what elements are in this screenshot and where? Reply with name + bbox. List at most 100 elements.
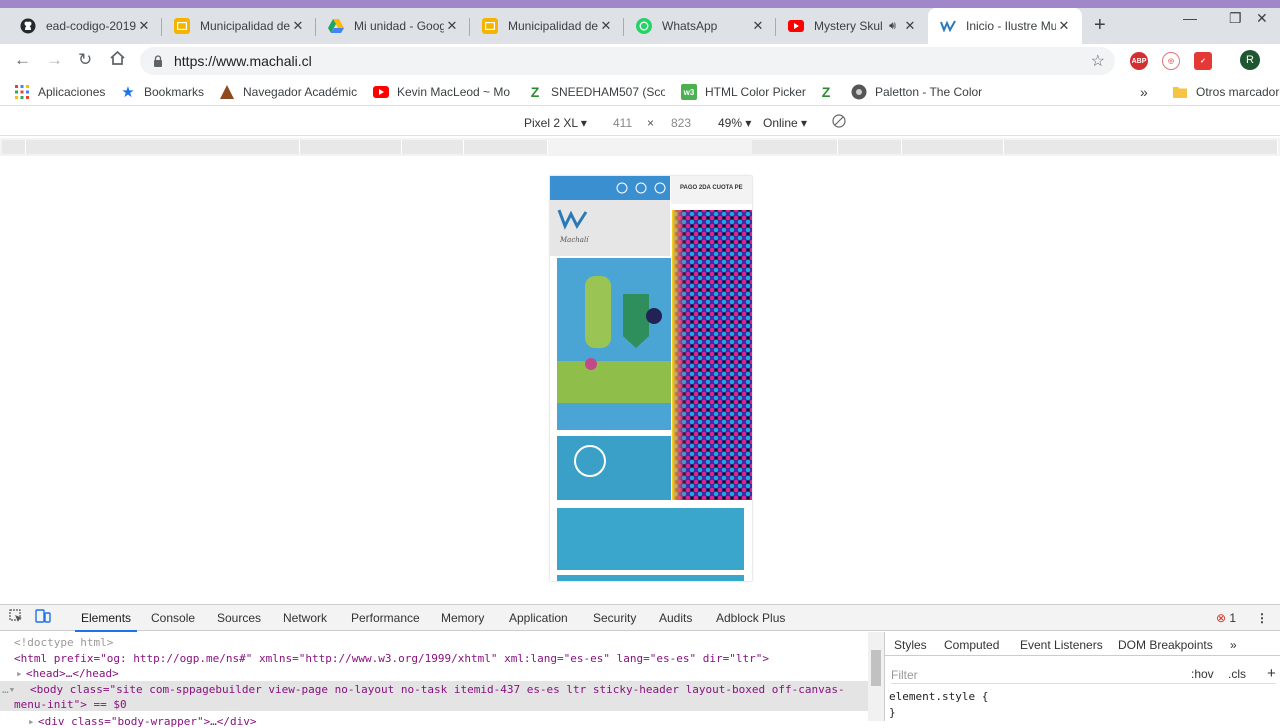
close-window-icon[interactable]: ✕	[1256, 10, 1268, 27]
more-bookmarks-chevron-icon[interactable]: »	[1140, 84, 1148, 100]
close-tab-icon[interactable]: ✕	[598, 18, 614, 34]
new-tab-button[interactable]: +	[1094, 14, 1106, 37]
window-top-border	[0, 0, 1280, 8]
bookmark-paletton[interactable]: Paletton - The Color	[851, 84, 989, 100]
media-query-segment[interactable]	[2, 140, 26, 154]
devtools-tab-memory[interactable]: Memory	[441, 611, 484, 625]
tab-drive[interactable]: Mi unidad - Google ✕	[316, 8, 470, 44]
expand-arrow-icon[interactable]: ▸	[16, 667, 23, 680]
element-style-rule[interactable]: element.style {	[889, 690, 988, 703]
cls-toggle[interactable]: .cls	[1228, 667, 1246, 681]
device-width-input[interactable]: 411	[613, 116, 632, 130]
devtools-tab-sources[interactable]: Sources	[217, 611, 261, 625]
close-tab-icon[interactable]: ✕	[750, 18, 766, 34]
tab-github[interactable]: ead-codigo-2019 ✕	[8, 8, 162, 44]
div-line[interactable]: <div class="body-wrapper">…</div>	[38, 715, 257, 728]
bookmark-sneedham[interactable]: Z SNEEDHAM507 (Scott	[527, 84, 665, 100]
bookmark-navegador[interactable]: Navegador Académico	[219, 84, 357, 100]
tab-municipalidad-2[interactable]: Municipalidad de ✕	[470, 8, 624, 44]
reload-icon[interactable]: ↻	[78, 50, 92, 70]
back-arrow-icon[interactable]: ←	[14, 50, 31, 70]
profile-avatar[interactable]: R	[1240, 50, 1260, 70]
devtools-tab-elements[interactable]: Elements	[74, 611, 138, 632]
tab-municipalidad-1[interactable]: Municipalidad de ✕	[162, 8, 316, 44]
adblock-plus-icon[interactable]: ABP	[1130, 52, 1148, 70]
bookmark-zotero[interactable]: Z	[818, 84, 842, 100]
home-icon[interactable]	[109, 50, 126, 71]
speaker-icon[interactable]: 🔊︎	[889, 20, 896, 33]
device-frame[interactable]: PAGO 2DA CUOTA PE Machalí	[550, 176, 752, 581]
close-tab-icon[interactable]: ✕	[1056, 18, 1072, 34]
media-query-segment[interactable]	[902, 140, 1004, 154]
slides-icon	[174, 18, 190, 34]
device-toggle-icon[interactable]	[35, 609, 51, 626]
tab-youtube[interactable]: Mystery Skull 🔊︎ ✕	[776, 8, 928, 44]
forward-arrow-icon[interactable]: →	[46, 50, 63, 70]
bookmark-html-color-picker[interactable]: w3 HTML Color Picker	[681, 84, 806, 100]
styles-tab-dom-breakpoints[interactable]: DOM Breakpoints	[1118, 638, 1213, 652]
devtools-tab-network[interactable]: Network	[283, 611, 327, 625]
styles-tab-event-listeners[interactable]: Event Listeners	[1020, 638, 1103, 652]
head-line[interactable]: <head>…</head>	[26, 667, 119, 680]
media-query-segment[interactable]	[752, 140, 838, 154]
pocket-icon[interactable]: ✓	[1194, 52, 1212, 70]
error-counter[interactable]: ⊗ 1	[1216, 611, 1236, 625]
extension-icon[interactable]: ◎	[1162, 52, 1180, 70]
close-tab-icon[interactable]: ✕	[444, 18, 460, 34]
media-query-segment[interactable]	[464, 140, 548, 154]
styles-tab-styles[interactable]: Styles	[894, 638, 927, 652]
network-select[interactable]: Online ▾	[763, 116, 807, 130]
media-query-segment[interactable]	[838, 140, 902, 154]
machali-logo-text[interactable]: Machalí	[560, 236, 588, 244]
close-tab-icon[interactable]: ✕	[902, 18, 918, 34]
zoom-select[interactable]: 49% ▾	[718, 116, 751, 130]
zotero-icon: Z	[530, 84, 540, 100]
devtools-tab-security[interactable]: Security	[593, 611, 636, 625]
media-query-segment[interactable]	[1004, 140, 1278, 154]
doctype-line[interactable]: <!doctype html>	[14, 636, 113, 649]
restore-icon[interactable]: ❐	[1229, 10, 1242, 27]
error-icon: ⊗	[1216, 611, 1227, 625]
tab-whatsapp[interactable]: WhatsApp ✕	[624, 8, 776, 44]
close-tab-icon[interactable]: ✕	[290, 18, 306, 34]
url-text: https://www.machali.cl	[174, 53, 312, 69]
media-query-segment[interactable]	[26, 140, 300, 154]
expand-arrow-icon[interactable]: ▸	[28, 715, 35, 728]
scrollbar-thumb[interactable]	[871, 650, 881, 686]
bookmark-bookmarks[interactable]: ★ Bookmarks	[120, 84, 204, 100]
inspect-element-icon[interactable]	[9, 609, 23, 626]
bookmark-kevin-macleod[interactable]: Kevin MacLeod ~ Mo	[373, 84, 511, 100]
hov-toggle[interactable]: :hov	[1191, 667, 1214, 681]
elements-tree[interactable]: <!doctype html> <html prefix="og: http:/…	[0, 632, 868, 728]
expand-arrow-icon[interactable]: …▾	[2, 683, 15, 696]
devtools-tab-audits[interactable]: Audits	[659, 611, 692, 625]
rotate-icon[interactable]	[832, 114, 846, 131]
bookmark-star-icon[interactable]: ☆	[1091, 51, 1105, 71]
device-height-input[interactable]: 823	[671, 116, 691, 130]
media-query-segment[interactable]	[300, 140, 402, 154]
devtools-tab-performance[interactable]: Performance	[351, 611, 420, 625]
html-open-line[interactable]: <html prefix="og: http://ogp.me/ns#" xml…	[14, 652, 769, 665]
devtools-menu-icon[interactable]: ⋮	[1256, 611, 1268, 625]
add-rule-icon[interactable]: +	[1267, 665, 1276, 682]
body-line[interactable]: <body class="site com-sppagebuilder view…	[30, 683, 845, 696]
media-query-segment[interactable]	[402, 140, 464, 154]
other-bookmarks[interactable]: Otros marcadores	[1172, 84, 1280, 100]
address-bar[interactable]: https://www.machali.cl ☆	[140, 47, 1115, 75]
elements-scrollbar[interactable]	[868, 632, 884, 721]
body-line-continued[interactable]: menu-init"> == $0	[14, 698, 127, 711]
styles-tab-computed[interactable]: Computed	[944, 638, 999, 652]
banner-text[interactable]: PAGO 2DA CUOTA PE	[680, 185, 743, 191]
devtools-tab-console[interactable]: Console	[151, 611, 195, 625]
device-select[interactable]: Pixel 2 XL ▾	[524, 116, 587, 130]
media-query-bar[interactable]	[0, 138, 1280, 156]
devtools-tab-application[interactable]: Application	[509, 611, 568, 625]
close-tab-icon[interactable]: ✕	[136, 18, 152, 34]
styles-filter-input[interactable]: Filter :hov .cls +	[891, 664, 1276, 684]
tab-machali-active[interactable]: Inicio - Ilustre Municipalidad ✕	[928, 8, 1082, 44]
bookmark-apps[interactable]: Aplicaciones	[14, 84, 105, 100]
devtools-tab-adblock-plus[interactable]: Adblock Plus	[716, 611, 785, 625]
more-tabs-chevron-icon[interactable]: »	[1230, 638, 1237, 652]
tab-title: Inicio - Ilustre Municipalidad	[966, 19, 1056, 33]
minimize-icon[interactable]: —	[1183, 10, 1197, 26]
